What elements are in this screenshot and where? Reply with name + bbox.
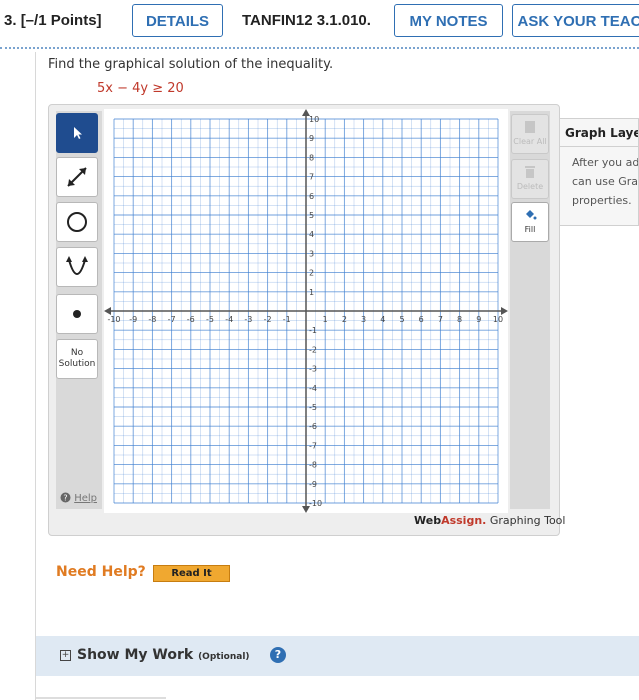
x-tick-label: -7 xyxy=(168,315,176,324)
x-tick-label: -9 xyxy=(129,315,137,324)
x-tick-label: 7 xyxy=(438,315,443,324)
coordinate-grid[interactable]: -10 -9 -8 -7 -6 -5 -4 -3 -2 -1 1 2 3 4 5 6 7 8 9 10 10 9 8 7 6 5… xyxy=(104,109,508,513)
delete-label: Delete xyxy=(516,182,544,191)
y-tick-label: 6 xyxy=(309,192,314,201)
parabola-tool-button[interactable] xyxy=(56,247,98,287)
clear-all-icon xyxy=(525,121,535,133)
header-divider xyxy=(0,47,639,49)
expand-icon[interactable]: + xyxy=(60,650,71,661)
question-number: 3. [–/1 Points] xyxy=(4,12,102,29)
x-tick-label: -10 xyxy=(107,315,120,324)
y-tick-label: 5 xyxy=(309,211,314,220)
x-tick-label: 10 xyxy=(493,315,503,324)
help-question-icon[interactable]: ? xyxy=(270,647,286,663)
y-tick-label: 7 xyxy=(309,173,314,182)
y-tick-label: -10 xyxy=(309,499,322,508)
x-tick-label: -8 xyxy=(148,315,156,324)
y-tick-label: -4 xyxy=(309,384,317,393)
y-tick-label: -6 xyxy=(309,422,317,431)
circle-tool-button[interactable] xyxy=(56,202,98,242)
question-prompt: Find the graphical solution of the inequ… xyxy=(48,57,334,72)
y-tick-label: 10 xyxy=(309,115,319,124)
help-label: Help xyxy=(74,493,97,504)
y-tick-label: -9 xyxy=(309,480,317,489)
x-tick-label: -6 xyxy=(187,315,195,324)
x-tick-label: -5 xyxy=(206,315,214,324)
x-tick-label: 6 xyxy=(419,315,424,324)
ask-teacher-button[interactable]: ASK YOUR TEAC xyxy=(512,4,639,37)
point-tool-button[interactable] xyxy=(56,294,98,334)
inequality-text: 5x − 4y ≥ 20 xyxy=(97,81,184,96)
select-tool-button[interactable] xyxy=(56,113,98,153)
show-my-work-bar[interactable]: + Show My Work (Optional) ? xyxy=(36,636,639,676)
line-tool-button[interactable] xyxy=(56,157,98,197)
my-notes-button[interactable]: MY NOTES xyxy=(394,4,503,37)
fill-button[interactable]: Fill xyxy=(511,202,549,242)
y-tick-label: -5 xyxy=(309,403,317,412)
parabola-tool-icon xyxy=(66,256,88,275)
clear-all-button[interactable]: Clear All xyxy=(511,114,549,154)
y-tick-label: -1 xyxy=(309,326,317,335)
y-tick-label: -8 xyxy=(309,461,317,470)
graph-layers-title: Graph Layers xyxy=(560,119,638,147)
x-tick-label: 4 xyxy=(380,315,385,324)
show-my-work-label: Show My Work (Optional) xyxy=(77,647,250,663)
y-tick-label: 2 xyxy=(309,269,314,278)
clear-all-label: Clear All xyxy=(513,137,547,146)
read-it-button[interactable]: Read It xyxy=(153,565,230,582)
fill-label: Fill xyxy=(524,225,536,234)
circle-tool-icon xyxy=(67,212,87,232)
point-tool-icon xyxy=(73,310,81,318)
y-tick-label: -7 xyxy=(309,441,317,450)
svg-text:?: ? xyxy=(63,494,67,503)
graph-layers-text-2: can use Gra xyxy=(572,175,639,188)
y-tick-label: 9 xyxy=(309,134,314,143)
graph-layers-text-1: After you ad xyxy=(572,156,639,169)
details-button[interactable]: DETAILS xyxy=(132,4,223,37)
delete-button[interactable]: Delete xyxy=(511,159,549,199)
x-tick-label: -3 xyxy=(244,315,252,324)
y-tick-label: -3 xyxy=(309,365,317,374)
y-tick-label: -2 xyxy=(309,345,317,354)
paint-bucket-icon xyxy=(526,210,537,220)
trash-icon xyxy=(525,166,535,178)
help-link[interactable]: ? Help xyxy=(60,492,97,504)
content-left-rule xyxy=(35,52,36,700)
x-tick-label: 5 xyxy=(399,315,404,324)
x-tick-label: -4 xyxy=(225,315,233,324)
question-header: 3. [–/1 Points] DETAILS TANFIN12 3.1.010… xyxy=(0,0,639,44)
webassign-brand: WebAssign. Graphing Tool xyxy=(414,514,566,527)
x-tick-label: 2 xyxy=(342,315,347,324)
y-tick-label: 8 xyxy=(309,153,314,162)
help-icon: ? xyxy=(60,492,71,503)
x-tick-label: -1 xyxy=(283,315,291,324)
need-help-label: Need Help? xyxy=(56,564,146,580)
bottom-divider xyxy=(36,697,166,699)
graph-layers-panel: Graph Layers After you ad can use Gra pr… xyxy=(559,118,639,226)
no-solution-button[interactable]: No Solution xyxy=(56,339,98,379)
graph-layers-text-3: properties. xyxy=(572,194,632,207)
x-tick-label: 1 xyxy=(323,315,328,324)
y-tick-label: 4 xyxy=(309,230,314,239)
arrow-pointer-icon xyxy=(74,127,82,139)
y-tick-label: 3 xyxy=(309,249,314,258)
y-tick-label: 1 xyxy=(309,288,314,297)
x-tick-label: 3 xyxy=(361,315,366,324)
question-code: TANFIN12 3.1.010. xyxy=(242,12,371,29)
line-tool-icon xyxy=(67,167,87,187)
x-tick-label: 9 xyxy=(476,315,481,324)
x-tick-label: 8 xyxy=(457,315,462,324)
x-tick-label: -2 xyxy=(264,315,272,324)
